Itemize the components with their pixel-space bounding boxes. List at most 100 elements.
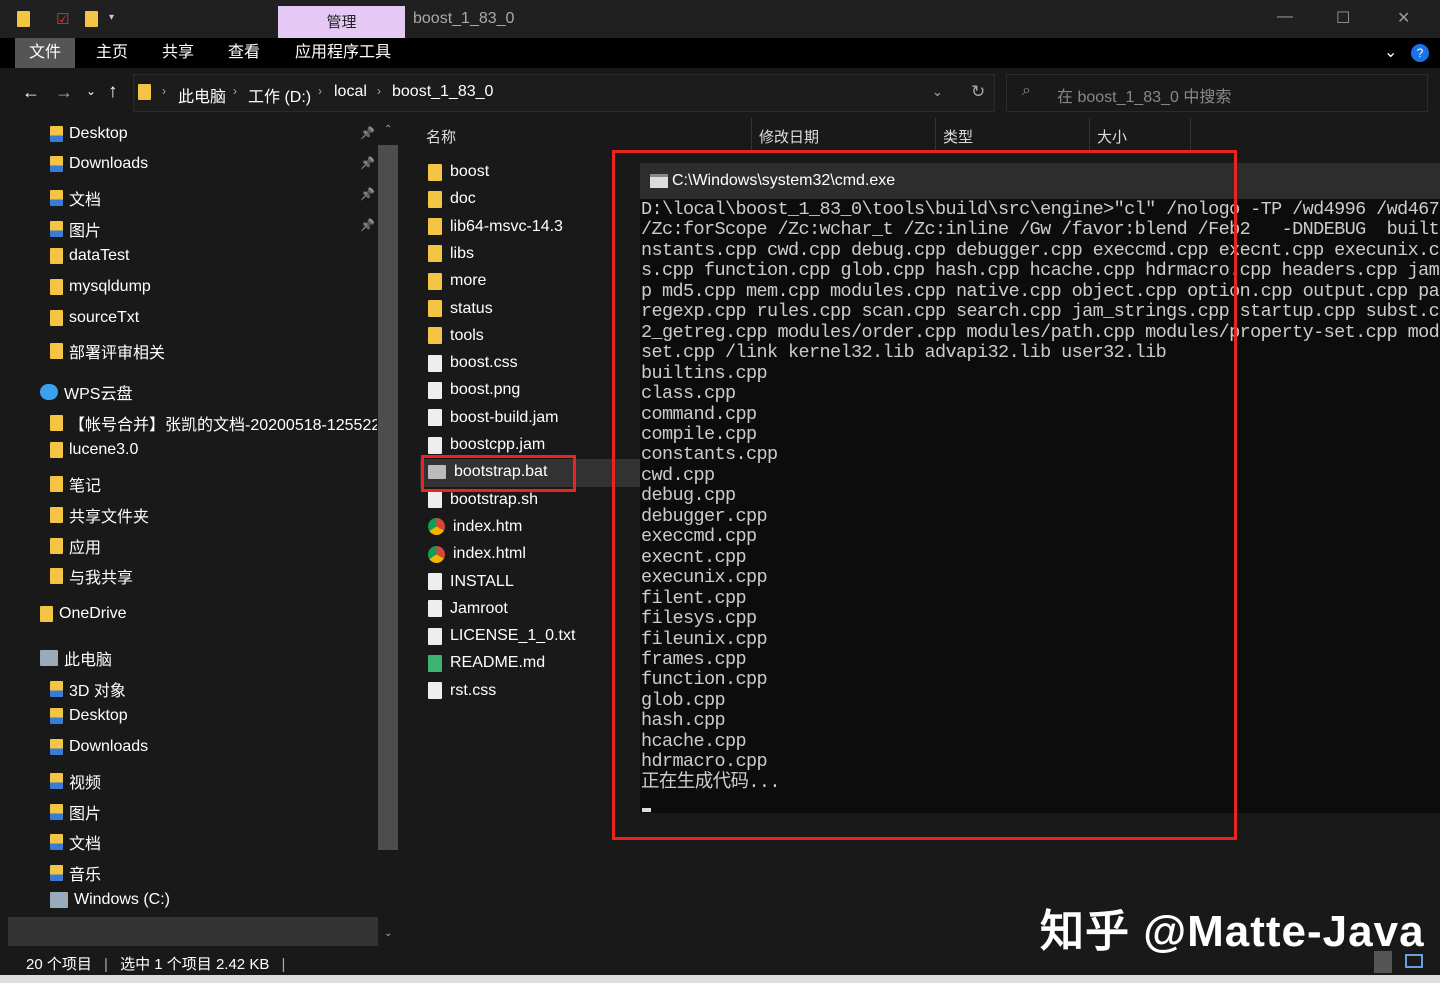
file-row[interactable]: boostcpp.jam [428, 436, 545, 454]
file-row[interactable]: boost-build.jam [428, 409, 559, 427]
folder-icon [428, 272, 442, 290]
file-row[interactable]: boost.png [428, 381, 520, 399]
pin-icon[interactable]: 📌 [360, 126, 375, 140]
breadcrumb-local[interactable]: local [334, 83, 367, 101]
sidebar-item[interactable]: Windows (C:) [50, 891, 170, 909]
folder-icon [138, 84, 151, 100]
sidebar-item[interactable]: 与我共享 [50, 564, 133, 588]
pin-icon[interactable]: 📌 [360, 218, 375, 232]
sidebar-item[interactable]: 【帐号合并】张凯的文档-20200518-125522 [50, 411, 377, 435]
file-row[interactable]: status [428, 300, 493, 318]
breadcrumb-boost[interactable]: boost_1_83_0 [392, 83, 493, 101]
scroll-up-icon[interactable]: ⌃ [384, 124, 392, 135]
sidebar-item[interactable]: 3D 对象 [50, 677, 126, 701]
file-row[interactable]: LICENSE_1_0.txt [428, 627, 575, 645]
tab-view[interactable]: 查看 [214, 38, 274, 68]
expand-ribbon-icon[interactable]: ⌄ [1384, 42, 1397, 62]
maximize-button[interactable]: ☐ [1336, 8, 1350, 28]
search-input[interactable]: 在 boost_1_83_0 中搜索 [1006, 74, 1428, 112]
sidebar-item[interactable]: 共享文件夹 [50, 503, 149, 527]
folder-icon [50, 279, 63, 295]
column-size[interactable]: 大小 [1097, 126, 1127, 147]
file-row[interactable]: libs [428, 245, 474, 263]
file-name: boost.css [450, 354, 518, 372]
up-icon[interactable]: ↑ [108, 81, 118, 103]
sidebar-scrollbar[interactable] [378, 145, 398, 850]
sidebar-item[interactable]: 此电脑 [40, 646, 112, 670]
sidebar-item[interactable]: WPS云盘 [40, 380, 132, 404]
tab-manage[interactable]: 管理 [278, 6, 405, 38]
quick-access-dropdown-icon[interactable]: ▾ [109, 12, 114, 23]
close-button[interactable]: ✕ [1397, 8, 1410, 28]
file-row[interactable]: rst.css [428, 682, 496, 700]
tab-share[interactable]: 共享 [148, 38, 208, 68]
file-row[interactable]: boost.css [428, 354, 518, 372]
folder-icon [50, 476, 63, 492]
file-name: more [450, 272, 487, 290]
address-dropdown-icon[interactable]: ⌄ [932, 84, 943, 100]
tab-file[interactable]: 文件 [15, 38, 76, 68]
sidebar-item[interactable]: 文档 [50, 830, 101, 854]
file-row[interactable]: doc [428, 190, 476, 208]
folder-icon [50, 681, 63, 697]
sidebar-item[interactable]: 音乐 [50, 861, 101, 885]
file-row[interactable]: index.html [428, 545, 526, 563]
properties-icon[interactable]: ☑ [56, 10, 69, 28]
scroll-down-icon[interactable]: ⌄ [384, 928, 392, 939]
file-name: boost [450, 163, 490, 180]
sidebar-item[interactable]: 笔记 [50, 472, 101, 496]
sidebar-item-label: 部署评审相关 [69, 345, 166, 362]
sidebar-item[interactable]: 图片 [50, 217, 101, 241]
search-icon: ⌕ [1022, 82, 1031, 99]
forward-icon[interactable]: → [55, 82, 73, 103]
pin-icon[interactable]: 📌 [360, 156, 375, 170]
file-row[interactable]: README.md [428, 654, 545, 672]
minimize-button[interactable]: — [1277, 8, 1293, 26]
file-row[interactable]: tools [428, 327, 484, 345]
sidebar-item-label: 音乐 [69, 867, 102, 884]
tab-home[interactable]: 主页 [82, 38, 142, 68]
sidebar-item[interactable]: 视频 [50, 769, 101, 793]
breadcrumb-drive-d[interactable]: 工作 (D:) [248, 83, 311, 107]
file-row[interactable]: boost [428, 163, 489, 181]
file-row[interactable]: more [428, 272, 486, 290]
file-row[interactable]: Jamroot [428, 600, 508, 618]
column-divider[interactable] [935, 118, 936, 150]
breadcrumb-this-pc[interactable]: 此电脑 [178, 83, 226, 107]
sidebar-item[interactable]: Downloads [50, 738, 148, 756]
sidebar-item-label: 应用 [69, 540, 102, 557]
help-icon[interactable]: ? [1411, 44, 1429, 62]
file-row[interactable]: lib64-msvc-14.3 [428, 218, 563, 236]
file-row[interactable]: INSTALL [428, 573, 514, 591]
column-divider[interactable] [1190, 118, 1191, 150]
sidebar-item[interactable]: mysqldump [50, 278, 151, 296]
sidebar-item-label: 图片 [69, 223, 102, 240]
folder-icon [50, 343, 63, 359]
file-row[interactable]: index.htm [428, 518, 522, 536]
column-date[interactable]: 修改日期 [759, 126, 819, 147]
folder-icon [50, 739, 63, 755]
column-divider[interactable] [751, 118, 752, 150]
sidebar-item[interactable]: 文档 [50, 186, 101, 210]
sidebar-item[interactable]: OneDrive [40, 605, 127, 623]
sidebar-item[interactable]: sourceTxt [50, 309, 139, 327]
sidebar-item[interactable]: 部署评审相关 [50, 339, 165, 363]
sidebar-item[interactable]: 应用 [50, 534, 101, 558]
column-type[interactable]: 类型 [943, 126, 973, 147]
folder-icon [50, 865, 63, 881]
sidebar-item[interactable]: Downloads [50, 155, 148, 173]
recent-dropdown-icon[interactable]: ⌄ [86, 84, 96, 98]
tab-app-tools[interactable]: 应用程序工具 [281, 38, 405, 68]
sidebar-item[interactable]: dataTest [50, 247, 129, 265]
column-name[interactable]: 名称 [426, 126, 456, 147]
sidebar-item[interactable]: Desktop [50, 707, 128, 725]
sidebar-item[interactable]: 图片 [50, 800, 101, 824]
sidebar-item[interactable]: lucene3.0 [50, 441, 138, 459]
column-divider[interactable] [1089, 118, 1090, 150]
new-folder-icon[interactable] [85, 11, 98, 27]
pin-icon[interactable]: 📌 [360, 187, 375, 201]
back-icon[interactable]: ← [22, 82, 40, 103]
sidebar-item[interactable]: Desktop [50, 125, 128, 143]
refresh-icon[interactable]: ↻ [971, 82, 985, 102]
file-row[interactable]: bootstrap.sh [428, 491, 538, 509]
